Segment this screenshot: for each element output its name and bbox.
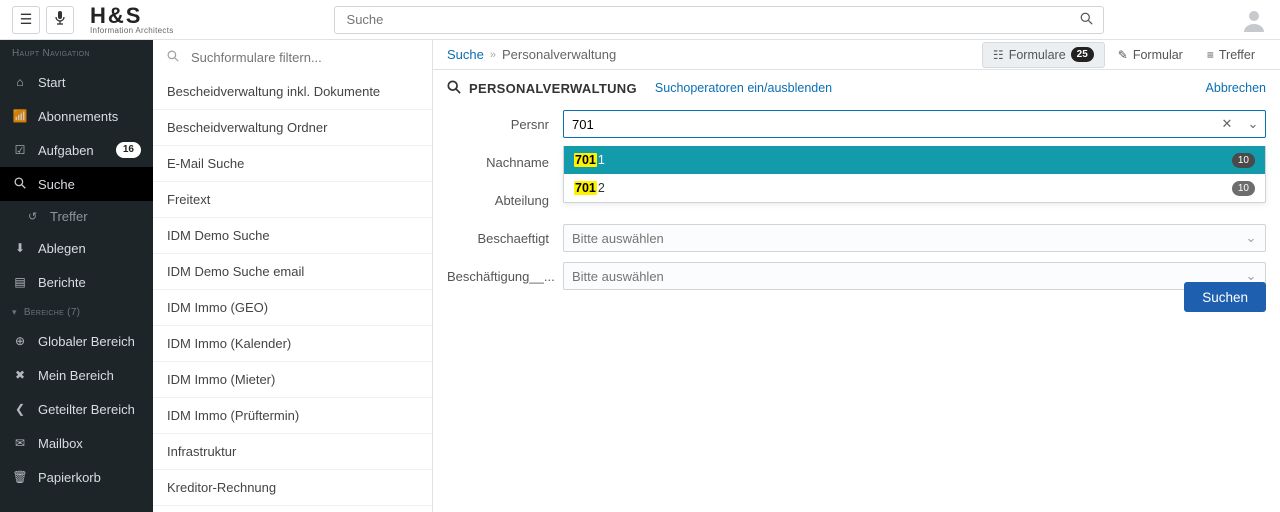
search-icon bbox=[167, 50, 179, 65]
sidebar-header: Haupt Navigation bbox=[0, 40, 153, 65]
form-row[interactable]: Kreditor-Rechnung bbox=[153, 470, 432, 506]
globe-icon: ⊕ bbox=[12, 334, 28, 348]
suggestion-row[interactable]: 7012 10 bbox=[564, 174, 1265, 202]
tool-formulare[interactable]: ☷ Formulare 25 bbox=[982, 42, 1105, 68]
sidebar-item-berichte[interactable]: ▤ Berichte bbox=[0, 265, 153, 299]
global-search-input[interactable] bbox=[345, 11, 1080, 28]
breadcrumb-root[interactable]: Suche bbox=[447, 47, 484, 62]
mic-icon bbox=[54, 10, 66, 29]
book-icon: ▤ bbox=[12, 275, 28, 289]
suggestion-highlight: 701 bbox=[574, 153, 597, 167]
label-nachname: Nachname bbox=[447, 155, 563, 170]
home-icon: ⌂ bbox=[12, 75, 28, 89]
search-icon[interactable] bbox=[1080, 12, 1093, 28]
tool-treffer[interactable]: ≡ Treffer bbox=[1196, 42, 1266, 68]
form-row[interactable]: IDM Demo Suche email bbox=[153, 254, 432, 290]
form-row[interactable]: E-Mail Suche bbox=[153, 146, 432, 182]
mail-icon: ✉ bbox=[12, 436, 28, 450]
sidebar-item-global[interactable]: ⊕ Globaler Bereich bbox=[0, 324, 153, 358]
tool-formular[interactable]: ✎ Formular bbox=[1107, 42, 1194, 68]
mic-button[interactable] bbox=[46, 6, 74, 34]
label-persnr: Persnr bbox=[447, 117, 563, 132]
search-icon bbox=[447, 80, 461, 97]
form-filter-input[interactable] bbox=[189, 49, 418, 66]
formulare-count: 25 bbox=[1071, 47, 1094, 62]
suggestion-count: 10 bbox=[1232, 181, 1255, 196]
label-beschaeftigung: Beschäftigung__... bbox=[447, 269, 563, 284]
chevron-down-icon[interactable]: ⌄ bbox=[1240, 224, 1262, 252]
sidebar-item-aufgaben[interactable]: ☑ Aufgaben 16 bbox=[0, 133, 153, 167]
search-icon bbox=[12, 177, 28, 192]
label-abteilung: Abteilung bbox=[447, 193, 563, 208]
breadcrumb: Suche » Personalverwaltung bbox=[447, 47, 616, 62]
bars-icon: ≡ bbox=[1207, 48, 1214, 62]
breadcrumb-sep: » bbox=[490, 49, 496, 61]
sidebar-item-suche[interactable]: Suche bbox=[0, 167, 153, 201]
suggestion-dropdown: 7011 10 7012 10 bbox=[563, 146, 1266, 203]
form-row[interactable]: Kundenakte bbox=[153, 506, 432, 512]
logo: H&S Information Architects bbox=[90, 5, 174, 35]
input-persnr[interactable] bbox=[563, 110, 1266, 138]
sidebar-item-abonnements[interactable]: 📶 Abonnements bbox=[0, 99, 153, 133]
suggestion-row[interactable]: 7011 10 bbox=[564, 146, 1265, 174]
suggestion-highlight: 701 bbox=[574, 181, 597, 195]
form-list-panel: Bescheidverwaltung inkl. Dokumente Besch… bbox=[153, 40, 433, 512]
user-avatar[interactable] bbox=[1240, 6, 1268, 34]
global-search[interactable] bbox=[334, 6, 1104, 34]
form-row[interactable]: IDM Immo (Prüftermin) bbox=[153, 398, 432, 434]
form-row[interactable]: IDM Immo (GEO) bbox=[153, 290, 432, 326]
edit-icon: ✎ bbox=[1118, 48, 1128, 62]
search-button[interactable]: Suchen bbox=[1184, 282, 1266, 312]
sidebar-item-start[interactable]: ⌂ Start bbox=[0, 65, 153, 99]
select-beschaeftigt[interactable] bbox=[563, 224, 1266, 252]
cancel-link[interactable]: Abbrechen bbox=[1206, 81, 1266, 95]
select-beschaeftigung[interactable] bbox=[563, 262, 1266, 290]
suggestion-count: 10 bbox=[1232, 153, 1255, 168]
sidebar-section-bereiche[interactable]: ▾ Bereiche (7) bbox=[0, 299, 153, 324]
form-row[interactable]: Freitext bbox=[153, 182, 432, 218]
clear-icon[interactable]: ✕ bbox=[1214, 116, 1240, 132]
trash-icon: 🗑 bbox=[12, 470, 28, 484]
sidebar-item-papierkorb[interactable]: 🗑 Papierkorb bbox=[0, 460, 153, 494]
tools-icon: ✖ bbox=[12, 368, 28, 382]
rss-icon: 📶 bbox=[12, 109, 28, 123]
download-icon: ⬇ bbox=[12, 241, 28, 255]
sidebar-item-mailbox[interactable]: ✉ Mailbox bbox=[0, 426, 153, 460]
chevron-down-icon: ▾ bbox=[12, 307, 17, 317]
sidebar-item-mein-bereich[interactable]: ✖ Mein Bereich bbox=[0, 358, 153, 392]
form-row[interactable]: IDM Immo (Mieter) bbox=[153, 362, 432, 398]
undo-icon: ↺ bbox=[28, 210, 42, 223]
chevron-down-icon[interactable]: ⌄ bbox=[1240, 116, 1266, 132]
form-row[interactable]: IDM Demo Suche bbox=[153, 218, 432, 254]
sidebar-item-geteilter-bereich[interactable]: ❮ Geteilter Bereich bbox=[0, 392, 153, 426]
breadcrumb-current: Personalverwaltung bbox=[502, 47, 616, 62]
toggle-operators-link[interactable]: Suchoperatoren ein/ausblenden bbox=[655, 81, 832, 95]
form-row[interactable]: Bescheidverwaltung Ordner bbox=[153, 110, 432, 146]
list-icon: ☷ bbox=[993, 48, 1004, 62]
form-row[interactable]: Infrastruktur bbox=[153, 434, 432, 470]
form-row[interactable]: IDM Immo (Kalender) bbox=[153, 326, 432, 362]
sidebar-subitem-treffer[interactable]: ↺ Treffer bbox=[0, 201, 153, 231]
logo-subtitle: Information Architects bbox=[90, 27, 174, 35]
share-icon: ❮ bbox=[12, 402, 28, 416]
logo-text: H&S bbox=[90, 5, 174, 27]
form-list[interactable]: Bescheidverwaltung inkl. Dokumente Besch… bbox=[153, 74, 432, 512]
sidebar-item-ablegen[interactable]: ⬇ Ablegen bbox=[0, 231, 153, 265]
label-beschaeftigt: Beschaeftigt bbox=[447, 231, 563, 246]
form-row[interactable]: Bescheidverwaltung inkl. Dokumente bbox=[153, 74, 432, 110]
menu-button[interactable]: ☰ bbox=[12, 6, 40, 34]
aufgaben-badge: 16 bbox=[116, 142, 141, 158]
menu-icon: ☰ bbox=[20, 11, 33, 28]
page-title: PERSONALVERWALTUNG bbox=[447, 80, 637, 97]
form-filter[interactable] bbox=[153, 40, 432, 74]
sidebar: Haupt Navigation ⌂ Start 📶 Abonnements ☑… bbox=[0, 40, 153, 512]
check-icon: ☑ bbox=[12, 143, 28, 157]
